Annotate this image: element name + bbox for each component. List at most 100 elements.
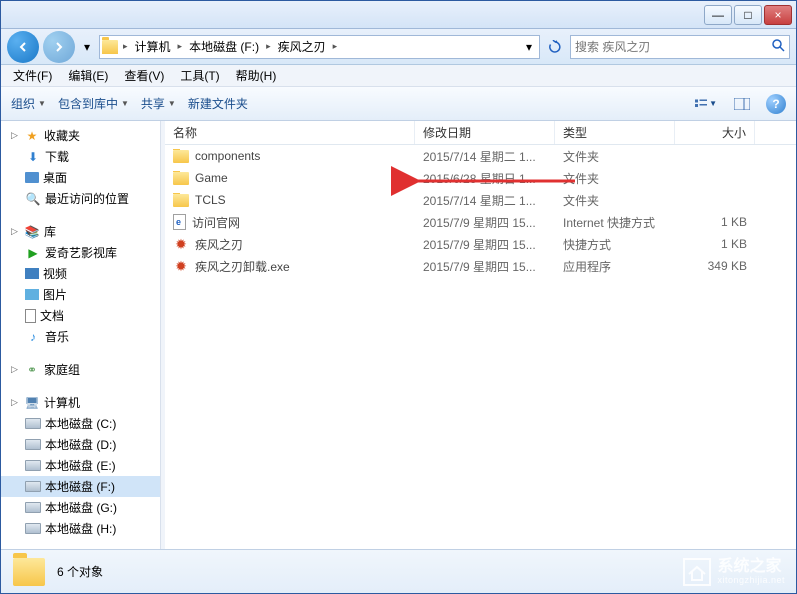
- include-library-button[interactable]: 包含到库中 ▼: [58, 95, 129, 112]
- file-name-cell: Game: [165, 171, 415, 185]
- file-date-cell: 2015/7/14 星期二 1...: [415, 192, 555, 209]
- collapse-icon[interactable]: ▷: [9, 397, 20, 408]
- iqiyi-icon: ▶: [25, 245, 41, 261]
- menu-view[interactable]: 查看(V): [116, 65, 172, 86]
- menu-file[interactable]: 文件(F): [5, 65, 60, 86]
- search-box[interactable]: [570, 35, 790, 59]
- search-input[interactable]: [575, 40, 771, 54]
- file-row[interactable]: ✹疾风之刃卸载.exe2015/7/9 星期四 15...应用程序349 KB: [165, 255, 796, 277]
- path-arrow-icon[interactable]: ▸: [120, 41, 131, 52]
- column-header-date[interactable]: 修改日期: [415, 121, 555, 144]
- menu-tools[interactable]: 工具(T): [172, 65, 227, 86]
- file-row[interactable]: components2015/7/14 星期二 1...文件夹: [165, 145, 796, 167]
- iqiyi-node[interactable]: ▶ 爱奇艺影视库: [1, 242, 160, 263]
- drive-c-node[interactable]: 本地磁盘 (C:): [1, 413, 160, 434]
- menubar: 文件(F) 编辑(E) 查看(V) 工具(T) 帮助(H): [1, 65, 796, 87]
- drive-icon: [25, 523, 41, 534]
- library-icon: 📚: [24, 224, 40, 240]
- path-segment[interactable]: 疾风之刃: [274, 38, 330, 55]
- drive-g-node[interactable]: 本地磁盘 (G:): [1, 497, 160, 518]
- drive-h-node[interactable]: 本地磁盘 (H:): [1, 518, 160, 539]
- collapse-icon[interactable]: ▷: [9, 226, 20, 237]
- collapse-icon[interactable]: ▷: [9, 364, 20, 375]
- downloads-node[interactable]: ⬇ 下载: [1, 146, 160, 167]
- column-header-type[interactable]: 类型: [555, 121, 675, 144]
- file-type-cell: 快捷方式: [555, 236, 675, 253]
- search-icon[interactable]: [771, 38, 785, 55]
- history-dropdown[interactable]: ▾: [79, 37, 95, 57]
- desktop-icon: [25, 172, 39, 183]
- file-type-cell: 应用程序: [555, 258, 675, 275]
- folder-icon: [173, 172, 189, 185]
- new-folder-button[interactable]: 新建文件夹: [188, 95, 248, 112]
- column-header-name[interactable]: 名称: [165, 121, 415, 144]
- tree-label: 桌面: [43, 169, 67, 186]
- file-row[interactable]: 访问官网2015/7/9 星期四 15...Internet 快捷方式1 KB: [165, 211, 796, 233]
- recent-icon: 🔍: [25, 191, 41, 207]
- recent-node[interactable]: 🔍 最近访问的位置: [1, 188, 160, 209]
- drive-d-node[interactable]: 本地磁盘 (D:): [1, 434, 160, 455]
- maximize-button[interactable]: □: [734, 5, 762, 25]
- drive-e-node[interactable]: 本地磁盘 (E:): [1, 455, 160, 476]
- tree-label: 音乐: [45, 328, 69, 345]
- path-arrow-icon[interactable]: ▸: [330, 41, 341, 52]
- tree-label: 库: [44, 223, 56, 240]
- status-bar: 6 个对象: [1, 549, 796, 593]
- download-icon: ⬇: [25, 149, 41, 165]
- path-segment[interactable]: 计算机: [131, 38, 175, 55]
- organize-button[interactable]: 组织 ▼: [11, 95, 46, 112]
- tree-label: 最近访问的位置: [45, 190, 129, 207]
- file-size-cell: 1 KB: [675, 237, 755, 251]
- path-arrow-icon[interactable]: ▸: [263, 41, 274, 52]
- file-row[interactable]: TCLS2015/7/14 星期二 1...文件夹: [165, 189, 796, 211]
- navigation-sidebar: ▷ ★ 收藏夹 ⬇ 下载 桌面 🔍 最近访问的位置: [1, 121, 161, 549]
- videos-node[interactable]: 视频: [1, 263, 160, 284]
- tree-label: 下载: [45, 148, 69, 165]
- close-button[interactable]: ×: [764, 5, 792, 25]
- drive-f-node[interactable]: 本地磁盘 (F:): [1, 476, 160, 497]
- collapse-icon[interactable]: ▷: [9, 130, 20, 141]
- tree-label: 收藏夹: [44, 127, 80, 144]
- homegroup-node[interactable]: ▷ ⚭ 家庭组: [1, 359, 160, 380]
- forward-button[interactable]: [43, 31, 75, 63]
- file-type-cell: 文件夹: [555, 192, 675, 209]
- file-type-cell: 文件夹: [555, 170, 675, 187]
- folder-icon: [102, 40, 118, 54]
- file-date-cell: 2015/7/9 星期四 15...: [415, 214, 555, 231]
- pictures-node[interactable]: 图片: [1, 284, 160, 305]
- drive-icon: [25, 418, 41, 429]
- minimize-button[interactable]: —: [704, 5, 732, 25]
- computer-node[interactable]: ▷ 🖥 计算机: [1, 392, 160, 413]
- computer-icon: 🖥: [24, 395, 40, 411]
- refresh-button[interactable]: [544, 36, 566, 58]
- file-type-cell: Internet 快捷方式: [555, 214, 675, 231]
- desktop-node[interactable]: 桌面: [1, 167, 160, 188]
- column-header-size[interactable]: 大小: [675, 121, 755, 144]
- file-row[interactable]: Game2015/6/28 星期日 1...文件夹: [165, 167, 796, 189]
- address-bar[interactable]: ▸ 计算机 ▸ 本地磁盘 (F:) ▸ 疾风之刃 ▸ ▾: [99, 35, 540, 59]
- tree-label: 本地磁盘 (D:): [45, 436, 116, 453]
- tree-label: 文档: [40, 307, 64, 324]
- share-button[interactable]: 共享 ▼: [141, 95, 176, 112]
- help-button[interactable]: ?: [766, 94, 786, 114]
- preview-pane-button[interactable]: [730, 94, 754, 114]
- menu-help[interactable]: 帮助(H): [228, 65, 285, 86]
- tree-label: 家庭组: [44, 361, 80, 378]
- libraries-node[interactable]: ▷ 📚 库: [1, 221, 160, 242]
- file-name-cell: components: [165, 149, 415, 163]
- file-list: components2015/7/14 星期二 1...文件夹Game2015/…: [165, 145, 796, 549]
- music-node[interactable]: ♪ 音乐: [1, 326, 160, 347]
- path-segment[interactable]: 本地磁盘 (F:): [185, 38, 263, 55]
- file-row[interactable]: ✹疾风之刃2015/7/9 星期四 15...快捷方式1 KB: [165, 233, 796, 255]
- drive-icon: [25, 460, 41, 471]
- path-arrow-icon[interactable]: ▸: [175, 41, 186, 52]
- file-type-cell: 文件夹: [555, 148, 675, 165]
- path-dropdown[interactable]: ▾: [521, 37, 537, 57]
- documents-node[interactable]: 文档: [1, 305, 160, 326]
- menu-edit[interactable]: 编辑(E): [60, 65, 116, 86]
- file-name-cell: ✹疾风之刃卸载.exe: [165, 258, 415, 275]
- back-button[interactable]: [7, 31, 39, 63]
- favorites-node[interactable]: ▷ ★ 收藏夹: [1, 125, 160, 146]
- view-options-button[interactable]: ▼: [694, 94, 718, 114]
- content-area: ▷ ★ 收藏夹 ⬇ 下载 桌面 🔍 最近访问的位置: [1, 121, 796, 549]
